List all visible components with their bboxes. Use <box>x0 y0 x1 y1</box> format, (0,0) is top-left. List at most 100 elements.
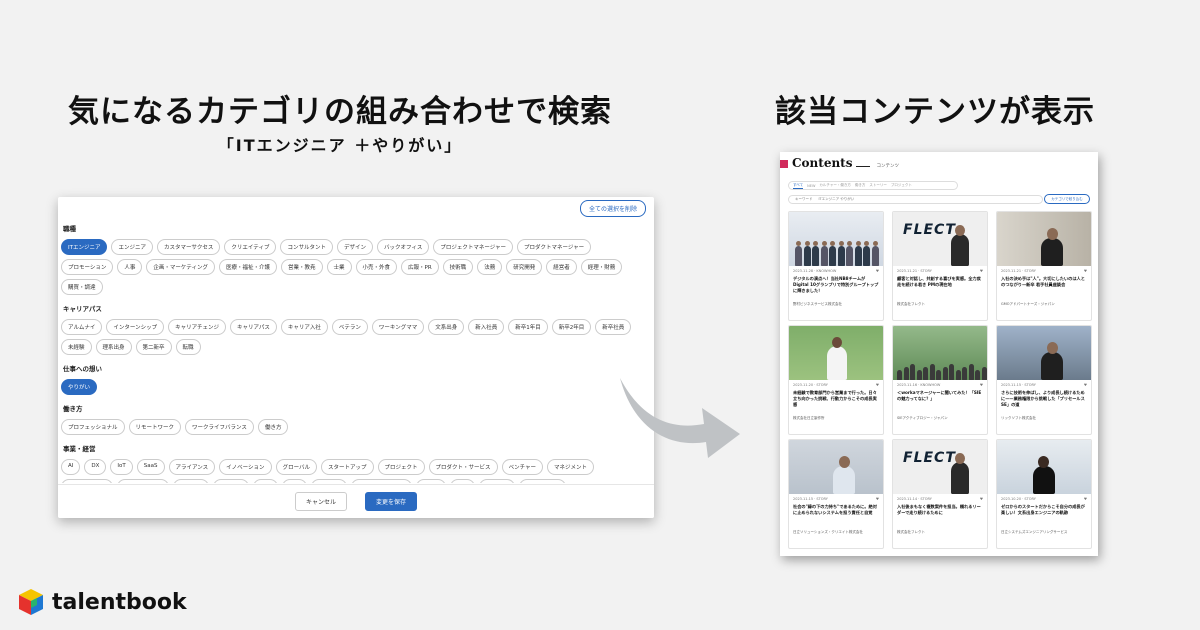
filter-chip[interactable]: アルムナイ <box>61 319 103 335</box>
clear-all-button[interactable]: 全ての選択を削除 <box>579 200 646 217</box>
filter-chip[interactable]: コンサルタント <box>280 239 333 255</box>
contents-tab[interactable]: プロジェクト <box>891 183 912 188</box>
filter-chip[interactable]: ワーキングママ <box>371 319 425 335</box>
content-card[interactable]: FLECT 2023.11.21 · STORY ♥ 顧客と対話し、共創する喜びを実感… <box>892 211 988 321</box>
filter-chip[interactable]: 未経験 <box>61 339 92 355</box>
category-filter-button[interactable]: カテゴリで絞り込む <box>1044 194 1090 204</box>
like-icon[interactable]: ♥ <box>876 497 879 501</box>
like-icon[interactable]: ♥ <box>980 269 983 273</box>
filter-chip[interactable]: 営業・教尭 <box>280 259 323 275</box>
filter-chip[interactable]: 医療・福祉・介護 <box>218 259 277 275</box>
filter-chip[interactable]: 人事 <box>117 259 143 275</box>
filter-chip[interactable]: DX <box>84 459 107 475</box>
filter-chip[interactable]: 働き方 <box>257 419 289 435</box>
filter-chip[interactable]: 法務 <box>477 259 503 275</box>
filter-chip[interactable]: 技術 <box>253 479 279 483</box>
content-card[interactable]: FLECT 2023.11.14 · STORY ♥ 入社後まもなく複数案件を担当。頼… <box>892 439 988 549</box>
filter-chip[interactable]: プロジェクト <box>377 459 425 475</box>
contents-tab[interactable]: NEW <box>807 184 815 188</box>
filter-chip[interactable]: キャリアチェンジ <box>168 319 226 335</box>
filter-chip[interactable]: 転職 <box>175 339 201 355</box>
filter-chip[interactable]: SaaS <box>136 459 165 475</box>
filter-chip[interactable]: 研究開発 <box>506 259 543 275</box>
filter-chip[interactable]: 教育 <box>282 479 308 483</box>
filter-chip[interactable]: IoT <box>110 459 133 475</box>
filter-chip[interactable]: 新卒1年目 <box>508 319 548 335</box>
filter-chip[interactable]: AI <box>61 459 81 475</box>
filter-chip[interactable]: 健康経営 <box>173 479 210 483</box>
contents-tab[interactable]: すべて <box>793 183 804 189</box>
filter-chip[interactable]: 経営戦略 <box>479 479 516 483</box>
filter-chip[interactable]: ITエンジニア <box>61 239 108 255</box>
card-title[interactable]: 入社後まもなく複数案件を担当。頼れるリーダーで走り続けるために <box>897 504 983 523</box>
filter-chip[interactable]: 理系出身 <box>95 339 132 355</box>
like-icon[interactable]: ♥ <box>1084 497 1087 501</box>
card-title[interactable]: 入社の決め手は"人"。大切にしたいのは人とのつながり—新卒 若手社員座談会 <box>1001 276 1087 295</box>
card-title[interactable]: 未経験で教育部門から営業まで行った。日々立ち向かった挑戦、行動力からこその成長実… <box>793 390 879 409</box>
card-title[interactable]: 社会の"縁の下の力持ち"であるために。絶対に止められないシステムを担う責任と自覚 <box>793 504 879 523</box>
content-card[interactable]: 2023.11.20 · STORY ♥ 未経験で教育部門から営業まで行った。日々立… <box>788 325 884 435</box>
contents-tab[interactable]: カルチャー・働き方 <box>819 183 850 188</box>
filter-chip[interactable]: 企画・マーケティング <box>146 259 215 275</box>
content-card[interactable]: 2023.11.15 · STORY ♥ さらに技術を伸ばし、より成長し続けるために… <box>996 325 1092 435</box>
filter-chip[interactable]: 新入社員 <box>468 319 505 335</box>
like-icon[interactable]: ♥ <box>1084 269 1087 273</box>
contents-tab[interactable]: 働き方 <box>855 183 866 188</box>
like-icon[interactable]: ♥ <box>980 497 983 501</box>
cancel-button[interactable]: キャンセル <box>294 492 347 511</box>
filter-chip[interactable]: ワークライフバランス <box>185 419 254 435</box>
filter-chip[interactable]: 新卒2年目 <box>551 319 592 335</box>
content-card[interactable]: 2023.10.20 · STORY ♥ ゼロからのスタートだからこそ自分の成長が楽… <box>996 439 1092 549</box>
filter-chip[interactable]: デザイン <box>336 239 373 255</box>
filter-chip[interactable]: ユーザーボイス <box>117 479 170 483</box>
filter-chip[interactable]: 技術職 <box>442 259 474 275</box>
filter-chip[interactable]: クリエイティブ <box>224 239 277 255</box>
contents-tab[interactable]: ストーリー <box>869 183 887 188</box>
filter-chip[interactable]: 士業 <box>326 259 352 275</box>
filter-chip[interactable]: 経営 <box>450 479 476 483</box>
filter-chip[interactable]: 第二新卒 <box>135 339 172 355</box>
filter-chip[interactable]: キャリアパス <box>229 319 277 335</box>
card-title[interactable]: ＜workaマネージャーに聞いてみた！「SIEの魅力ってなに？」 <box>897 390 983 409</box>
like-icon[interactable]: ♥ <box>1084 383 1087 387</box>
filter-chip[interactable]: 新規事業 <box>311 479 348 483</box>
filter-chip[interactable]: 管理職 <box>415 479 447 483</box>
like-icon[interactable]: ♥ <box>876 269 879 273</box>
filter-chip[interactable]: プロダクトマネージャー <box>517 239 592 255</box>
search-bar[interactable]: キーワード ITエンジニア やりがい <box>788 195 1043 204</box>
filter-chip[interactable]: 商品開発 <box>213 479 250 483</box>
filter-chip[interactable]: リモートワーク <box>128 419 182 435</box>
filter-chip[interactable]: プロジェクトマネージャー <box>433 239 514 255</box>
filter-chip[interactable]: 経営者 <box>546 259 577 275</box>
like-icon[interactable]: ♥ <box>980 383 983 387</box>
filter-chip[interactable]: ベテラン <box>331 319 368 335</box>
filter-chip[interactable]: 障がい者雇用 <box>519 479 567 483</box>
filter-chip[interactable]: グローバル <box>275 459 318 475</box>
like-icon[interactable]: ♥ <box>876 383 879 387</box>
filter-chip[interactable]: カスタマーサクセス <box>157 239 221 255</box>
filter-chip[interactable]: マーケティング <box>61 479 114 483</box>
content-card[interactable]: 2023.11.15 · STORY ♥ 社会の"縁の下の力持ち"であるために。絶対… <box>788 439 884 549</box>
filter-chip[interactable]: 小売・外食 <box>355 259 398 275</box>
filter-chip[interactable]: アライアンス <box>168 459 216 475</box>
filter-chip[interactable]: 新卒社員 <box>595 319 632 335</box>
content-card[interactable]: 2023.11.21 · STORY ♥ 入社の決め手は"人"。大切にしたいのは人と… <box>996 211 1092 321</box>
filter-chip[interactable]: エンジニア <box>111 239 153 255</box>
filter-chip[interactable]: バックオフィス <box>377 239 430 255</box>
filter-chip[interactable]: プロモーション <box>61 259 114 275</box>
filter-chip[interactable]: 業務改革・社内DX <box>351 479 412 483</box>
save-button[interactable]: 変更を保存 <box>365 492 418 511</box>
card-title[interactable]: さらに技術を伸ばし、より成長し続けるために——業務権限から挑戦した「プリセールス… <box>1001 390 1087 409</box>
card-title[interactable]: 顧客と対話し、共創する喜びを実感。全力疾走を続ける若き PMの現在地 <box>897 276 983 295</box>
filter-chip[interactable]: インターンシップ <box>106 319 165 335</box>
filter-chip[interactable]: 経理・財務 <box>580 259 623 275</box>
content-card[interactable]: 2023.11.28 · KNOWHOW ♥ デジタルの演点へ！当社NB8チームがD… <box>788 211 884 321</box>
content-card[interactable]: 2023.11.16 · KNOWHOW ♥ ＜workaマネージャーに聞いてみた！… <box>892 325 988 435</box>
card-title[interactable]: ゼロからのスタートだからこそ自分の成長が楽しい！文系出身エンジニアの軌跡 <box>1001 504 1087 523</box>
filter-chip[interactable]: マネジメント <box>547 459 595 475</box>
card-title[interactable]: デジタルの演点へ！当社NB8チームがDigital 10グランプリで特別グループ… <box>793 276 879 295</box>
filter-chip[interactable]: 購買・調達 <box>61 279 103 295</box>
filter-chip[interactable]: やりがい <box>61 379 98 395</box>
filter-chip[interactable]: ベンチャー <box>501 459 544 475</box>
filter-chip[interactable]: プロダクト・サービス <box>428 459 498 475</box>
